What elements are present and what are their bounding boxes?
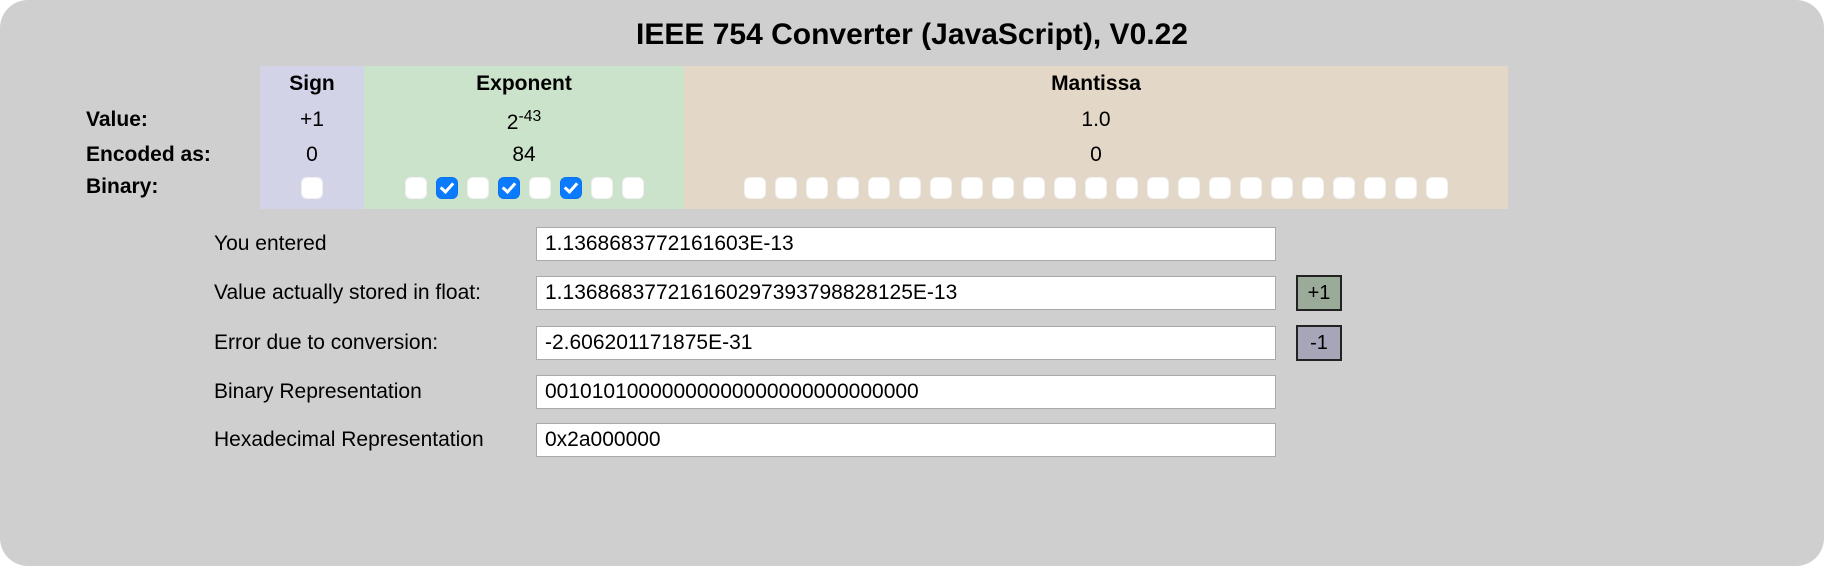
row-label-binary: Binary: <box>0 171 260 209</box>
exp-base: 2 <box>507 111 519 134</box>
mantissa-bit-9[interactable] <box>1023 177 1045 199</box>
mantissa-bit-18[interactable] <box>1302 177 1324 199</box>
col-header-exponent: Exponent <box>364 66 684 104</box>
value-sign: +1 <box>260 104 364 139</box>
input-binrep[interactable] <box>536 375 1276 409</box>
mantissa-bit-12[interactable] <box>1116 177 1138 199</box>
label-error: Error due to conversion: <box>214 331 534 355</box>
label-entered: You entered <box>214 232 534 256</box>
exponent-bit-1[interactable] <box>436 177 458 199</box>
readout-form: You entered Value actually stored in flo… <box>214 227 1824 457</box>
mantissa-bit-16[interactable] <box>1240 177 1262 199</box>
mantissa-bit-6[interactable] <box>930 177 952 199</box>
exponent-bit-5[interactable] <box>560 177 582 199</box>
mantissa-bit-17[interactable] <box>1271 177 1293 199</box>
row-label-encoded: Encoded as: <box>0 139 260 171</box>
exponent-bit-0[interactable] <box>405 177 427 199</box>
mantissa-bit-15[interactable] <box>1209 177 1231 199</box>
mantissa-bit-21[interactable] <box>1395 177 1417 199</box>
input-stored[interactable] <box>536 276 1276 310</box>
value-mantissa: 1.0 <box>684 104 1508 139</box>
input-error[interactable] <box>536 326 1276 360</box>
exp-power: -43 <box>518 108 541 125</box>
exponent-bit-4[interactable] <box>529 177 551 199</box>
mantissa-bit-20[interactable] <box>1364 177 1386 199</box>
converter-card: IEEE 754 Converter (JavaScript), V0.22 S… <box>0 0 1824 566</box>
label-binrep: Binary Representation <box>214 380 534 404</box>
exponent-bit-3[interactable] <box>498 177 520 199</box>
mantissa-bit-10[interactable] <box>1054 177 1076 199</box>
mantissa-bit-1[interactable] <box>775 177 797 199</box>
mantissa-bit-3[interactable] <box>837 177 859 199</box>
mantissa-bit-4[interactable] <box>868 177 890 199</box>
bit-grid: Sign Exponent Mantissa Value: +1 2-43 1.… <box>0 66 1824 209</box>
increment-button[interactable]: +1 <box>1296 275 1342 311</box>
row-label-value: Value: <box>0 104 260 139</box>
col-header-mantissa: Mantissa <box>684 66 1508 104</box>
mantissa-bit-0[interactable] <box>744 177 766 199</box>
mantissa-bit-8[interactable] <box>992 177 1014 199</box>
mantissa-bit-11[interactable] <box>1085 177 1107 199</box>
input-hexrep[interactable] <box>536 423 1276 457</box>
mantissa-bit-7[interactable] <box>961 177 983 199</box>
mantissa-bit-2[interactable] <box>806 177 828 199</box>
exponent-bit-2[interactable] <box>467 177 489 199</box>
label-stored: Value actually stored in float: <box>214 281 534 305</box>
encoded-exponent: 84 <box>364 139 684 171</box>
binary-exponent <box>364 171 684 209</box>
encoded-mantissa: 0 <box>684 139 1508 171</box>
binary-sign <box>260 171 364 209</box>
label-hexrep: Hexadecimal Representation <box>214 428 534 452</box>
input-entered[interactable] <box>536 227 1276 261</box>
encoded-sign: 0 <box>260 139 364 171</box>
mantissa-bit-13[interactable] <box>1147 177 1169 199</box>
mantissa-bit-5[interactable] <box>899 177 921 199</box>
page-title: IEEE 754 Converter (JavaScript), V0.22 <box>0 18 1824 52</box>
col-header-sign: Sign <box>260 66 364 104</box>
sign-bit-0[interactable] <box>301 177 323 199</box>
exponent-bit-6[interactable] <box>591 177 613 199</box>
mantissa-bit-19[interactable] <box>1333 177 1355 199</box>
value-exponent: 2-43 <box>364 104 684 139</box>
mantissa-bit-14[interactable] <box>1178 177 1200 199</box>
binary-mantissa <box>684 171 1508 209</box>
exponent-bit-7[interactable] <box>622 177 644 199</box>
mantissa-bit-22[interactable] <box>1426 177 1448 199</box>
decrement-button[interactable]: -1 <box>1296 325 1342 361</box>
